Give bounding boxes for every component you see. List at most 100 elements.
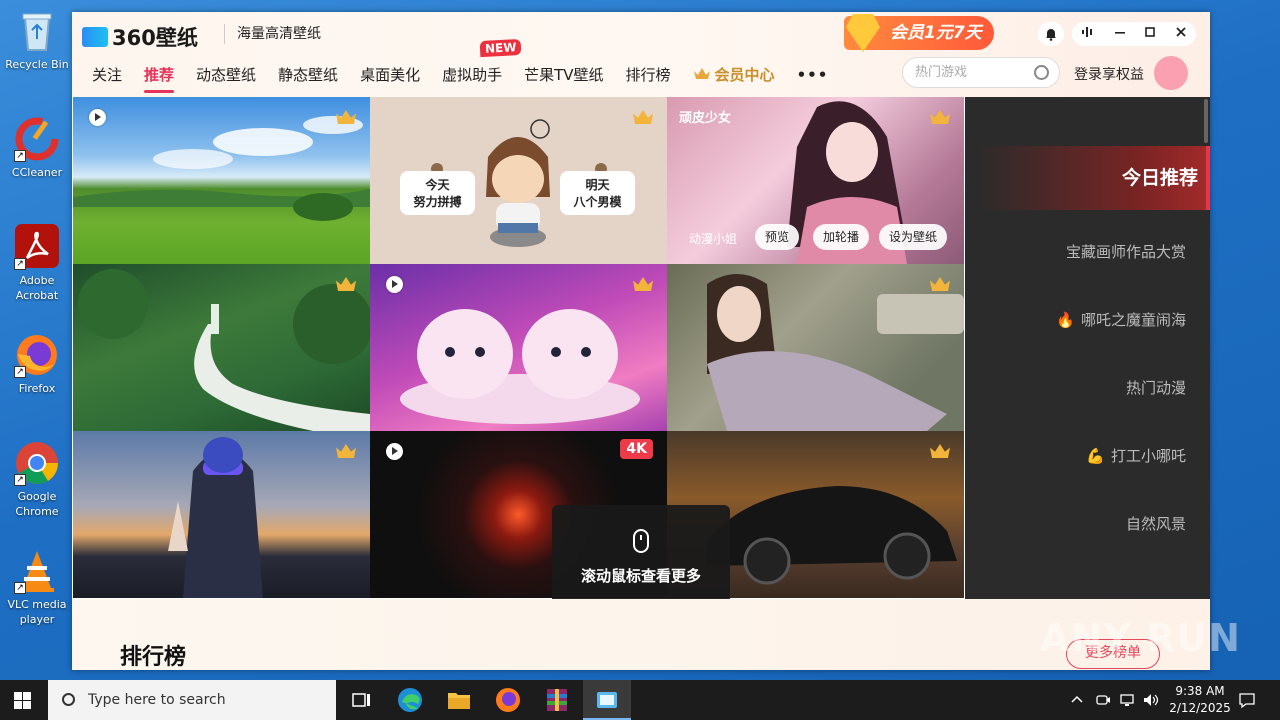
caption-line: 明天 — [585, 178, 610, 192]
add-to-carousel-button[interactable]: 加轮播 — [813, 224, 870, 250]
taskbar-winrar[interactable] — [543, 686, 571, 714]
tile-title: 顽皮少女 — [679, 111, 732, 126]
cartoon-right-caption: 明天 八个男模 — [560, 177, 635, 211]
caption-line: 努力拼搏 — [413, 195, 462, 209]
side-item-nezha-movie[interactable]: 🔥 哪吒之魔童闹海 — [1056, 309, 1186, 330]
clock-time: 9:38 AM — [1175, 684, 1225, 698]
speaker-icon — [1144, 694, 1159, 706]
diamond-icon — [846, 14, 880, 52]
wallpaper-tile-forest-stream[interactable] — [73, 264, 370, 431]
side-item-artist-showcase[interactable]: 宝藏画师作品大赏 — [1066, 241, 1186, 262]
desktop-icon-acrobat[interactable]: ↗ Adobe Acrobat — [4, 224, 70, 303]
crown-icon — [693, 68, 710, 79]
tab-recommend[interactable]: 推荐 — [144, 64, 175, 93]
search-icon[interactable] — [1034, 65, 1049, 80]
minimize-button[interactable] — [1114, 26, 1126, 42]
desktop-icon-label: Recycle Bin — [5, 58, 69, 71]
desktop-icon-recycle-bin[interactable]: Recycle Bin — [4, 8, 70, 72]
app-logo[interactable]: 360壁纸 — [82, 22, 198, 52]
wallpaper-tile-cyber-girl[interactable] — [73, 431, 370, 598]
wallpaper-tile-anime-girl[interactable]: 顽皮少女 动漫小姐 预览 加轮播 设为壁纸 — [667, 97, 964, 264]
action-center-button[interactable] — [1238, 691, 1256, 712]
desktop-icon-firefox[interactable]: ↗ Firefox — [4, 332, 70, 396]
task-view-button[interactable] — [348, 686, 376, 714]
taskbar-file-explorer[interactable] — [445, 686, 473, 714]
vip-center-label: 会员中心 — [714, 66, 775, 84]
play-icon[interactable] — [386, 443, 403, 460]
side-item-working-nezha[interactable]: 💪 打工小哪吒 — [1086, 445, 1186, 466]
more-menu-button[interactable]: ••• — [797, 66, 829, 84]
chevron-up-icon — [1071, 695, 1083, 703]
audio-visualizer-icon[interactable] — [1081, 26, 1095, 42]
winrar-icon — [547, 689, 567, 711]
app-header: 360壁纸 海量高清壁纸 会员1元7天 NEW 关注 推荐 动态壁纸 静态壁纸 … — [72, 12, 1210, 97]
fire-icon: 🔥 — [1056, 311, 1075, 329]
logo-mark-icon — [82, 27, 108, 47]
side-item-hot-anime[interactable]: 热门动漫 — [1126, 377, 1186, 398]
4k-badge: 4K — [620, 439, 653, 459]
login-link[interactable]: 登录享权益 — [1074, 64, 1144, 84]
ccleaner-icon: ↗ — [14, 116, 60, 162]
side-item-label: 打工小哪吒 — [1110, 447, 1186, 465]
tab-static-wallpaper[interactable]: 静态壁纸 — [278, 64, 338, 85]
play-icon[interactable] — [89, 109, 106, 126]
wallpaper-app-window: 360壁纸 海量高清壁纸 会员1元7天 NEW 关注 推荐 动态壁纸 静态壁纸 … — [72, 12, 1210, 670]
wallpaper-tile-meadow[interactable] — [73, 97, 370, 264]
tray-overflow-button[interactable] — [1070, 692, 1084, 709]
mouse-icon — [633, 529, 649, 553]
desktop-icon-label: CCleaner — [11, 166, 63, 179]
tab-dynamic-wallpaper[interactable]: 动态壁纸 — [196, 64, 256, 85]
firefox-icon — [496, 688, 520, 712]
tab-follow[interactable]: 关注 — [92, 64, 122, 85]
vlc-icon: ↗ — [14, 548, 60, 594]
taskbar-wallpaper-app[interactable] — [583, 680, 631, 720]
desktop-icon-ccleaner[interactable]: ↗ CCleaner — [4, 116, 70, 180]
start-button[interactable] — [14, 692, 31, 709]
side-item-today-recommend[interactable]: 今日推荐 — [977, 146, 1210, 210]
avatar[interactable] — [1154, 56, 1188, 90]
desktop-icon-vlc[interactable]: ↗ VLC media player — [4, 548, 70, 627]
tray-meet-now[interactable] — [1095, 692, 1111, 711]
tab-desktop-beautify[interactable]: 桌面美化 — [360, 64, 420, 85]
desktop-icon-label: Adobe Acrobat — [15, 274, 59, 302]
search-icon — [62, 693, 75, 706]
clock-date: 2/12/2025 — [1169, 701, 1231, 715]
taskbar-search-placeholder: Type here to search — [88, 692, 226, 708]
main-nav: 关注 推荐 动态壁纸 静态壁纸 桌面美化 虚拟助手 芒果TV壁纸 排行榜 会员中… — [92, 64, 850, 93]
promo-text: 会员1元7天 — [890, 23, 982, 43]
tray-clock[interactable]: 9:38 AM 2/12/2025 — [1166, 683, 1234, 717]
chrome-icon: ↗ — [14, 440, 60, 486]
wallpaper-tile-cartoon[interactable]: 今天 努力拼搏 明天 八个男模 — [370, 97, 667, 264]
tab-virtual-assistant[interactable]: 虚拟助手 — [442, 64, 502, 85]
set-wallpaper-button[interactable]: 设为壁纸 — [879, 224, 948, 250]
recycle-bin-icon — [14, 8, 60, 54]
tab-ranking[interactable]: 排行榜 — [626, 64, 671, 85]
play-icon[interactable] — [386, 276, 403, 293]
app-tagline: 海量高清壁纸 — [224, 24, 321, 44]
taskbar-edge[interactable] — [396, 686, 424, 714]
taskbar-firefox[interactable] — [494, 686, 522, 714]
wallpaper-tile-pink-puppies[interactable] — [370, 264, 667, 431]
taskbar: Type here to search 9:38 AM 2/12/2025 — [0, 680, 1280, 720]
firefox-icon: ↗ — [14, 332, 60, 378]
notification-button[interactable] — [1038, 22, 1064, 46]
wallpaper-tile-portrait[interactable] — [667, 264, 964, 431]
taskbar-search-input[interactable]: Type here to search — [48, 680, 336, 720]
tray-network[interactable] — [1118, 692, 1136, 711]
tile-category: 动漫小姐 — [689, 232, 738, 246]
tab-mango-tv[interactable]: 芒果TV壁纸 — [524, 64, 603, 85]
preview-button[interactable]: 预览 — [755, 224, 800, 250]
side-item-nature-scenery[interactable]: 自然风景 — [1126, 513, 1186, 534]
desktop-icon-chrome[interactable]: ↗ Google Chrome — [4, 440, 70, 519]
adobe-acrobat-icon: ↗ — [14, 224, 60, 270]
side-scrollbar[interactable] — [1204, 99, 1208, 143]
camera-icon — [1096, 695, 1110, 705]
search-input[interactable]: 热门游戏 — [902, 57, 1060, 88]
tray-volume[interactable] — [1142, 692, 1160, 711]
bell-icon — [1046, 29, 1056, 41]
close-button[interactable] — [1175, 26, 1187, 42]
wallpaper-app-icon — [597, 692, 617, 708]
maximize-button[interactable] — [1144, 26, 1156, 42]
tab-vip-center[interactable]: 会员中心 — [693, 64, 775, 85]
vip-promo-banner[interactable]: 会员1元7天 — [844, 14, 994, 52]
